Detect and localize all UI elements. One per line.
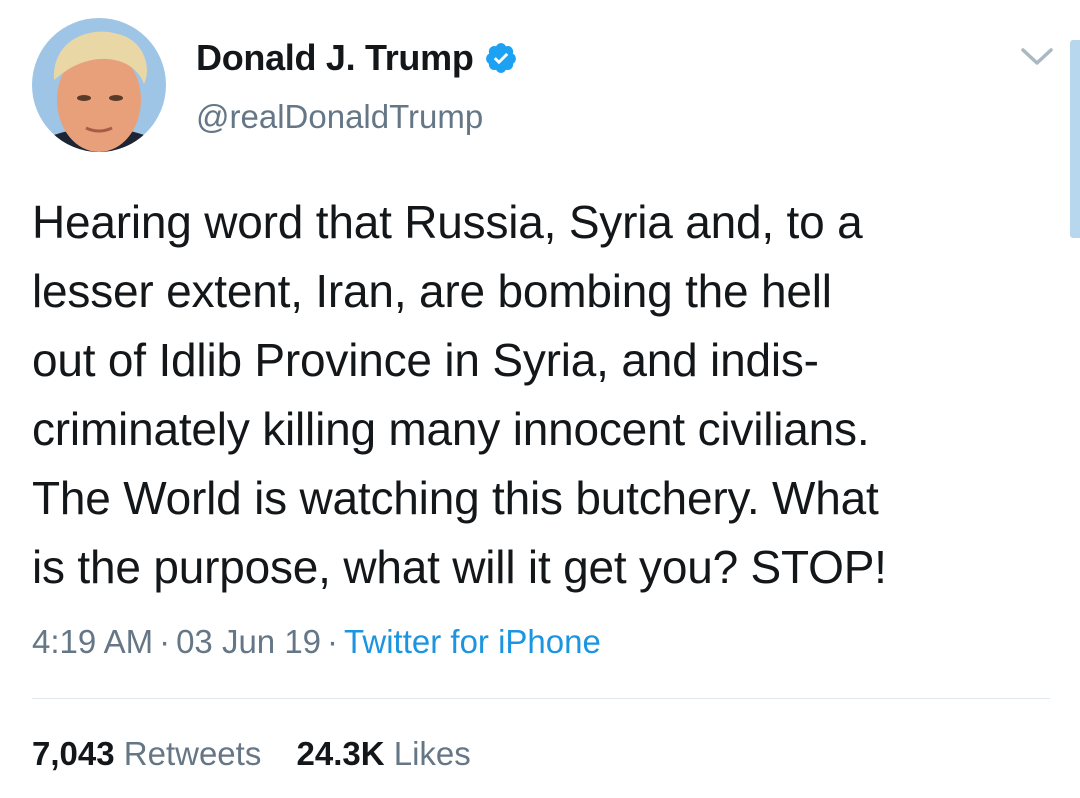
tweet-stats: 7,043 Retweets 24.3K Likes (32, 735, 497, 773)
divider (32, 698, 1050, 699)
tweet-time[interactable]: 4:19 AM (32, 623, 153, 660)
tweet-text-line: Hearing word that Russia, Syria and, to … (32, 196, 863, 248)
retweets-stat[interactable]: 7,043 Retweets (32, 735, 261, 772)
meta-separator: · (159, 623, 171, 660)
chevron-down-icon[interactable] (1018, 44, 1056, 70)
tweet-text-line: criminately killing many innocent civili… (32, 403, 870, 455)
tweet-text: Hearing word that Russia, Syria and, to … (32, 188, 1062, 602)
avatar-image (32, 18, 166, 152)
tweet-date[interactable]: 03 Jun 19 (176, 623, 321, 660)
tweet-metadata: 4:19 AM · 03 Jun 19 · Twitter for iPhone (32, 623, 601, 661)
author-name-row[interactable]: Donald J. Trump (196, 36, 518, 80)
verified-badge-icon (484, 41, 518, 75)
avatar[interactable] (32, 18, 166, 152)
display-name[interactable]: Donald J. Trump (196, 37, 474, 79)
retweets-label: Retweets (123, 735, 262, 772)
tweet-source-link[interactable]: Twitter for iPhone (344, 623, 601, 660)
tweet-text-line: out of Idlib Province in Syria, and indi… (32, 334, 819, 386)
scrollbar[interactable] (1070, 40, 1080, 238)
tweet-text-line: lesser extent, Iran, are bombing the hel… (32, 265, 832, 317)
tweet-text-line: is the purpose, what will it get you? ST… (32, 541, 887, 593)
likes-count: 24.3K (296, 735, 385, 772)
tweet-text-line: The World is watching this butchery. Wha… (32, 472, 879, 524)
retweets-count: 7,043 (32, 735, 115, 772)
likes-label: Likes (393, 735, 471, 772)
user-handle[interactable]: @realDonaldTrump (196, 98, 483, 136)
likes-stat[interactable]: 24.3K Likes (297, 735, 471, 772)
meta-separator: · (327, 623, 339, 660)
